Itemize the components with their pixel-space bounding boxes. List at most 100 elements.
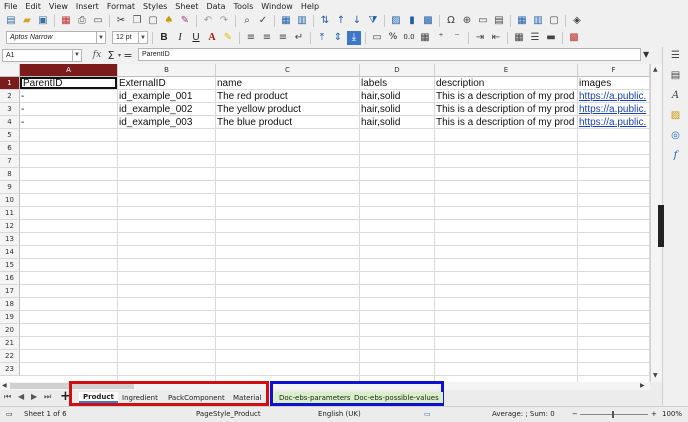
- define-print-area-icon[interactable]: ▦: [515, 14, 529, 28]
- data-cell[interactable]: The blue product: [216, 116, 359, 128]
- navigator-icon[interactable]: ◎: [669, 129, 683, 143]
- menu-sheet[interactable]: Sheet: [175, 2, 198, 11]
- row-header[interactable]: 20: [0, 324, 20, 337]
- print-preview-icon[interactable]: ▭: [91, 14, 105, 28]
- bold-button[interactable]: B: [157, 31, 171, 45]
- special-character-icon[interactable]: Ω: [444, 14, 458, 28]
- zoom-in-button[interactable]: +: [651, 410, 657, 418]
- zoom-slider[interactable]: [580, 414, 648, 415]
- menu-data[interactable]: Data: [206, 2, 225, 11]
- find-replace-icon[interactable]: ⌕: [240, 14, 254, 28]
- scroll-right-icon[interactable]: ▶: [640, 382, 645, 389]
- autofilter-icon[interactable]: ⧩: [366, 14, 380, 28]
- language[interactable]: English (UK): [318, 410, 361, 418]
- row-header[interactable]: 11: [0, 207, 20, 220]
- open-folder-icon[interactable]: ▰: [20, 14, 34, 28]
- align-right-icon[interactable]: ≡: [276, 31, 290, 45]
- column-icon[interactable]: ▥: [295, 14, 309, 28]
- selection-mode-icon[interactable]: ▭: [424, 410, 431, 418]
- border-style-icon[interactable]: ☰: [528, 31, 542, 45]
- sidebar-collapse-handle[interactable]: [658, 205, 664, 247]
- print-icon[interactable]: ⎙: [75, 14, 89, 28]
- styles-icon[interactable]: A: [669, 89, 683, 103]
- data-cell[interactable]: This is a description of my prod: [435, 90, 577, 102]
- add-decimal-icon[interactable]: ⁺: [434, 31, 448, 45]
- page-style[interactable]: PageStyle_Product: [196, 410, 261, 418]
- formula-button[interactable]: =: [121, 48, 135, 62]
- cut-icon[interactable]: ✂: [114, 14, 128, 28]
- insert-chart-icon[interactable]: ▮: [405, 14, 419, 28]
- comment-icon[interactable]: ▭: [476, 14, 490, 28]
- data-cell[interactable]: This is a description of my prod: [435, 116, 577, 128]
- row-header[interactable]: 4: [0, 116, 20, 129]
- header-cell[interactable]: ParentID: [20, 77, 117, 89]
- header-cell[interactable]: description: [435, 77, 577, 89]
- align-center-icon[interactable]: ≡: [260, 31, 274, 45]
- currency-format-icon[interactable]: ▭: [370, 31, 384, 45]
- menu-file[interactable]: File: [4, 2, 17, 11]
- menu-edit[interactable]: Edit: [25, 2, 41, 11]
- redo-icon[interactable]: ↷: [217, 14, 231, 28]
- data-cell[interactable]: https://a.public.: [578, 116, 649, 128]
- select-all-corner[interactable]: [0, 64, 20, 77]
- data-cell[interactable]: -: [20, 103, 117, 115]
- header-cell[interactable]: name: [216, 77, 359, 89]
- sort-icon[interactable]: ⇅: [318, 14, 332, 28]
- zoom-slider-thumb[interactable]: [612, 411, 614, 418]
- conditional-format-icon[interactable]: ▩: [567, 31, 581, 45]
- data-cell[interactable]: -: [20, 116, 117, 128]
- previous-sheet-icon[interactable]: ◀: [18, 392, 24, 401]
- data-cell[interactable]: This is a description of my prod: [435, 103, 577, 115]
- sort-descending-icon[interactable]: ↓: [350, 14, 364, 28]
- row-header[interactable]: 15: [0, 259, 20, 272]
- data-cell[interactable]: https://a.public.: [578, 103, 649, 115]
- tab-product[interactable]: Product: [79, 392, 118, 403]
- copy-icon[interactable]: ❐: [130, 14, 144, 28]
- data-cell[interactable]: https://a.public.: [578, 90, 649, 102]
- split-window-icon[interactable]: ▢: [547, 14, 561, 28]
- border-color-icon[interactable]: ▬: [544, 31, 558, 45]
- header-cell[interactable]: labels: [360, 77, 434, 89]
- chevron-down-icon[interactable]: ▼: [72, 49, 81, 61]
- scroll-left-icon[interactable]: ◀: [2, 382, 7, 389]
- header-cell[interactable]: ExternalID: [118, 77, 215, 89]
- column-header[interactable]: A: [20, 64, 118, 77]
- align-bottom-icon[interactable]: ⤓: [347, 30, 361, 45]
- next-sheet-icon[interactable]: ▶: [31, 392, 37, 401]
- undo-icon[interactable]: ↶: [201, 14, 215, 28]
- align-top-icon[interactable]: ⤒: [315, 31, 329, 45]
- row-header[interactable]: 16: [0, 272, 20, 285]
- column-header[interactable]: F: [578, 64, 650, 77]
- menu-view[interactable]: View: [49, 2, 68, 11]
- tab-doc-ebs-possible-values[interactable]: Doc-ebs-possible-values: [350, 392, 443, 403]
- row-header[interactable]: 7: [0, 155, 20, 168]
- row-header[interactable]: 22: [0, 350, 20, 363]
- paste-icon[interactable]: ▢: [146, 14, 160, 28]
- data-cell[interactable]: id_example_003: [118, 116, 215, 128]
- last-sheet-icon[interactable]: ⏭: [44, 392, 51, 402]
- gallery-icon[interactable]: ▨: [669, 109, 683, 123]
- function-wizard-button[interactable]: fx: [90, 48, 104, 62]
- scroll-down-icon[interactable]: ▼: [653, 372, 658, 379]
- properties-icon[interactable]: ▤: [669, 69, 683, 83]
- first-sheet-icon[interactable]: ⏮: [4, 392, 11, 402]
- menu-styles[interactable]: Styles: [143, 2, 167, 11]
- menu-window[interactable]: Window: [261, 2, 293, 11]
- percent-format-button[interactable]: %: [386, 31, 400, 45]
- chevron-down-icon[interactable]: ▼: [96, 32, 105, 43]
- row-header[interactable]: 21: [0, 337, 20, 350]
- tab-material[interactable]: Material: [229, 392, 265, 403]
- data-cell[interactable]: hair,solid: [360, 103, 434, 115]
- name-box[interactable]: A1 ▼: [2, 48, 82, 62]
- row-header[interactable]: 1: [0, 77, 20, 90]
- insert-image-icon[interactable]: ▨: [389, 14, 403, 28]
- clone-formatting-icon[interactable]: ♠: [162, 14, 176, 28]
- menu-help[interactable]: Help: [301, 2, 319, 11]
- row-header[interactable]: 12: [0, 220, 20, 233]
- data-cell[interactable]: hair,solid: [360, 116, 434, 128]
- decimal-format-button[interactable]: 0.0: [402, 31, 416, 45]
- menu-tools[interactable]: Tools: [234, 2, 254, 11]
- column-header[interactable]: B: [118, 64, 216, 77]
- row-icon[interactable]: ▦: [279, 14, 293, 28]
- data-cell[interactable]: The red product: [216, 90, 359, 102]
